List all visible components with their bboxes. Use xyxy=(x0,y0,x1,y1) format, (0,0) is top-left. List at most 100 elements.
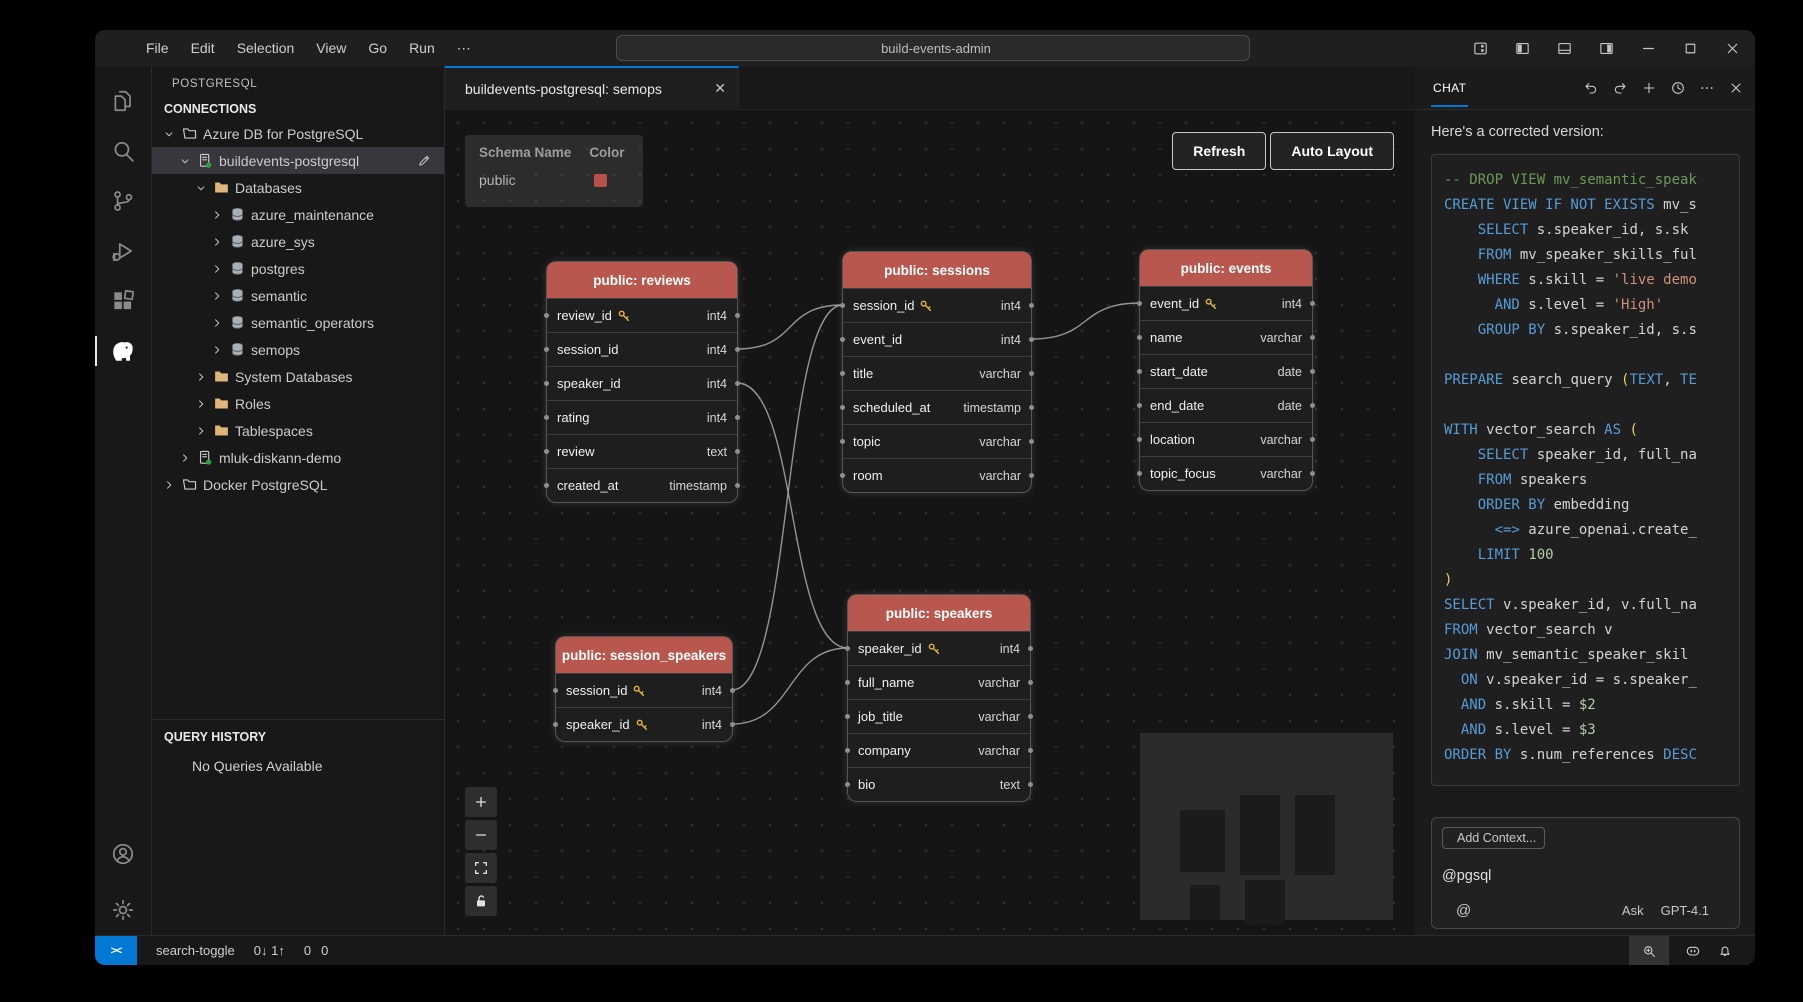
vscode-logo-icon xyxy=(107,38,127,58)
activitybar-search[interactable] xyxy=(95,126,152,176)
column-type: date xyxy=(1278,365,1302,379)
table-reviews[interactable]: public: reviewsreview_idint4session_idin… xyxy=(547,262,737,502)
table-events[interactable]: public: eventsevent_idint4namevarcharsta… xyxy=(1140,250,1312,490)
tree-item-buildevents-postgresql[interactable]: buildevents-postgresql xyxy=(152,147,444,174)
minimap-table xyxy=(1245,880,1285,925)
zoom-in-mag-icon xyxy=(1641,943,1657,959)
copilot-menu[interactable] xyxy=(1263,30,1267,66)
problems-status[interactable]: 0 0 xyxy=(299,943,328,958)
table-speakers[interactable]: public: speakersspeaker_idint4full_namev… xyxy=(848,595,1030,801)
pencil-icon[interactable] xyxy=(417,153,432,168)
maximize-button[interactable] xyxy=(1673,33,1707,63)
tree-item-postgres[interactable]: postgres xyxy=(152,255,444,282)
column-type: varchar xyxy=(1260,467,1302,481)
tree-item-mluk-diskann-demo[interactable]: mluk-diskann-demo xyxy=(152,444,444,471)
column-name: start_date xyxy=(1150,364,1208,379)
column-type: date xyxy=(1278,399,1302,413)
table-session_speakers[interactable]: public: session_speakerssession_idint4sp… xyxy=(556,637,732,741)
zoom-in-button[interactable] xyxy=(465,787,497,817)
menu-[interactable]: ⋯ xyxy=(446,30,482,66)
column-event_id: event_idint4 xyxy=(1140,286,1312,320)
folder-outline-icon xyxy=(181,476,198,493)
sync-status[interactable]: 0↓ 1↑ xyxy=(249,943,285,958)
unlock-button[interactable] xyxy=(465,886,497,916)
close-button[interactable] xyxy=(1715,33,1749,63)
auto-layout-button[interactable]: Auto Layout xyxy=(1270,132,1394,170)
tree-item-azure-db-for-postgresql[interactable]: Azure DB for PostgreSQL xyxy=(152,120,444,147)
erd-canvas[interactable]: public: reviewsreview_idint4session_idin… xyxy=(445,110,1415,935)
zoom-out-button[interactable] xyxy=(465,820,497,850)
copilot-icon[interactable] xyxy=(1685,943,1701,959)
mode-dropdown[interactable]: Ask xyxy=(1622,903,1647,918)
column-created_at: created_attimestamp xyxy=(547,468,737,502)
history-icon[interactable] xyxy=(1670,80,1686,96)
more-icon[interactable] xyxy=(1699,80,1715,96)
tree-item-system-databases[interactable]: System Databases xyxy=(152,363,444,390)
model-dropdown[interactable]: GPT-4.1 xyxy=(1661,903,1712,918)
undo-icon[interactable] xyxy=(1583,80,1599,96)
column-review_id: review_idint4 xyxy=(547,298,737,332)
minimize-button[interactable] xyxy=(1631,33,1665,63)
close-icon[interactable] xyxy=(1728,80,1744,96)
chat-panel: CHAT Here's a corrected version: -- DROP… xyxy=(1415,66,1754,935)
activitybar-explorer[interactable] xyxy=(95,76,152,126)
minimap[interactable] xyxy=(1140,733,1393,920)
add-context-button[interactable]: Add Context... xyxy=(1442,827,1545,849)
menu-edit[interactable]: Edit xyxy=(180,30,226,66)
menu-view[interactable]: View xyxy=(305,30,357,66)
mention-icon[interactable]: @ xyxy=(1456,902,1471,919)
fit-view-button[interactable] xyxy=(465,853,497,883)
tree-item-docker-postgresql[interactable]: Docker PostgreSQL xyxy=(152,471,444,498)
tab-chat[interactable]: CHAT xyxy=(1431,69,1468,107)
remote-indicator[interactable]: >< xyxy=(95,936,137,965)
menu-selection[interactable]: Selection xyxy=(226,30,306,66)
table-sessions[interactable]: public: sessionssession_idint4event_idin… xyxy=(843,252,1031,492)
tree-item-tablespaces[interactable]: Tablespaces xyxy=(152,417,444,444)
schema-color-swatch xyxy=(594,174,607,187)
tab-erd[interactable]: buildevents-postgresql: semops ✕ xyxy=(445,66,739,109)
tree-item-databases[interactable]: Databases xyxy=(152,174,444,201)
minimap-table xyxy=(1180,810,1225,872)
tree-item-azure-sys[interactable]: azure_sys xyxy=(152,228,444,255)
activitybar-account[interactable] xyxy=(95,829,152,879)
chevron-right-icon xyxy=(210,208,224,222)
tree-item-semantic[interactable]: semantic xyxy=(152,282,444,309)
refresh-button[interactable]: Refresh xyxy=(1172,132,1266,170)
zoom-controls xyxy=(465,787,497,916)
layout-sidebar-left-button[interactable] xyxy=(1505,33,1539,63)
activitybar-settings[interactable] xyxy=(95,885,152,935)
layout-panel-button[interactable] xyxy=(1547,33,1581,63)
branch-status[interactable]: search-toggle xyxy=(151,943,235,958)
chat-input-value[interactable]: @pgsql xyxy=(1442,868,1729,884)
tree-item-roles[interactable]: Roles xyxy=(152,390,444,417)
status-bar: >< search-toggle 0↓ 1↑ 0 0 xyxy=(95,935,1755,965)
customize-layout-button[interactable] xyxy=(1463,33,1497,63)
chat-input[interactable]: Add Context... @pgsql @ Ask GPT-4.1 xyxy=(1431,817,1740,929)
activitybar-extensions[interactable] xyxy=(95,276,152,326)
command-center-search[interactable]: build-events-admin xyxy=(616,35,1250,61)
zoom-status-button[interactable] xyxy=(1629,936,1669,965)
tree-item-azure-maintenance[interactable]: azure_maintenance xyxy=(152,201,444,228)
menu-file[interactable]: File xyxy=(135,30,180,66)
new-chat-icon[interactable] xyxy=(1641,80,1657,96)
fit-view-icon xyxy=(473,860,489,876)
activitybar-source-control[interactable] xyxy=(95,176,152,226)
menu-go[interactable]: Go xyxy=(357,30,398,66)
close-tab-icon[interactable]: ✕ xyxy=(714,80,726,97)
tree-item-semops[interactable]: semops xyxy=(152,336,444,363)
activitybar-run-debug[interactable] xyxy=(95,226,152,276)
column-type: int4 xyxy=(702,684,722,698)
layout-sidebar-right-button[interactable] xyxy=(1589,33,1623,63)
redo-icon[interactable] xyxy=(1612,80,1628,96)
code-line: GROUP BY s.speaker_id, s.s xyxy=(1444,318,1739,343)
chevron-right-icon xyxy=(210,316,224,330)
activitybar-postgresql[interactable] xyxy=(95,326,152,376)
column-session_id: session_idint4 xyxy=(547,332,737,366)
menu-run[interactable]: Run xyxy=(398,30,446,66)
bell-icon[interactable] xyxy=(1717,943,1733,959)
column-bio: biotext xyxy=(848,767,1030,801)
query-history-header[interactable]: QUERY HISTORY xyxy=(152,726,444,748)
tree-item-semantic-operators[interactable]: semantic_operators xyxy=(152,309,444,336)
column-name: rating xyxy=(557,410,590,425)
connections-section-header[interactable]: CONNECTIONS xyxy=(152,98,444,120)
